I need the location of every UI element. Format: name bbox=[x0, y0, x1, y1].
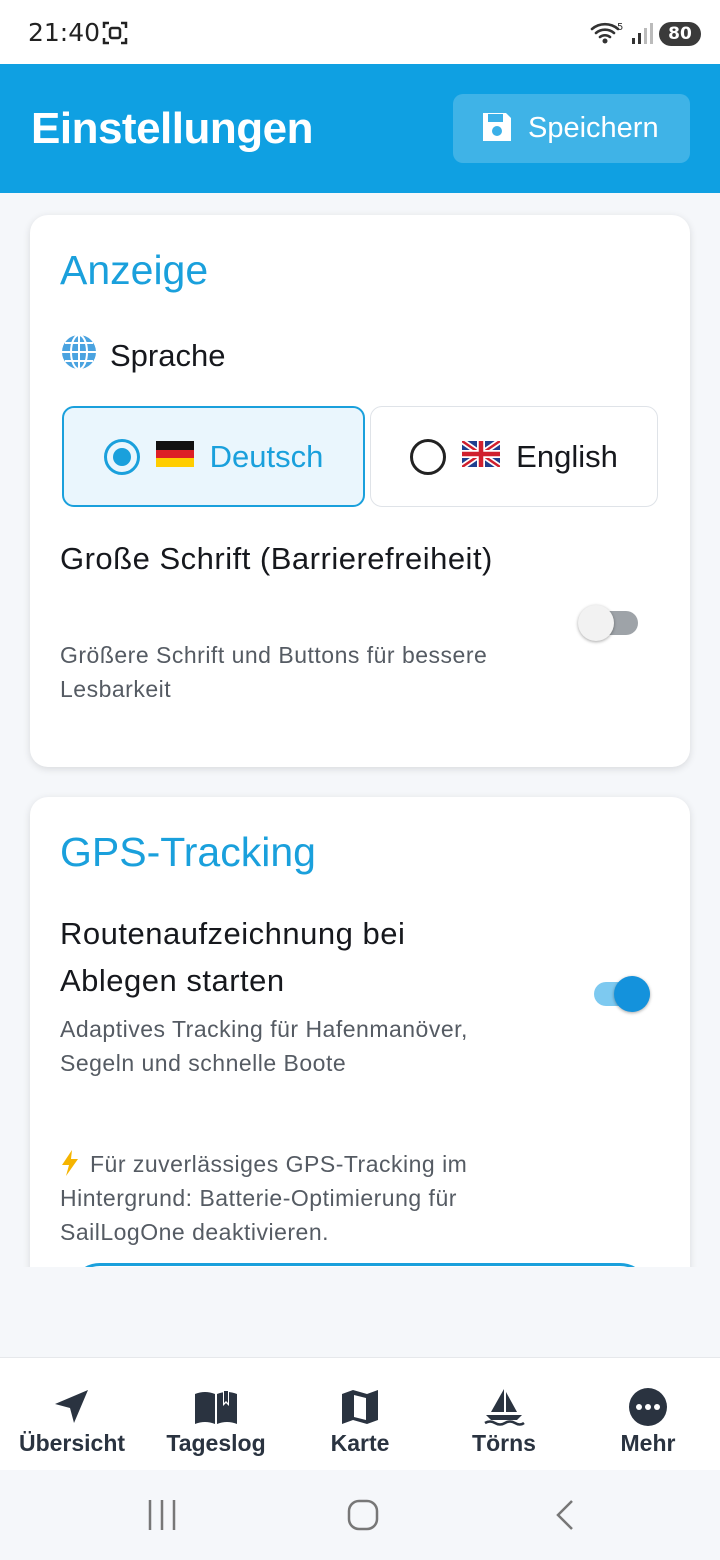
toggle-thumb bbox=[614, 976, 650, 1012]
home-icon[interactable] bbox=[346, 1498, 380, 1536]
route-recording-description: Adaptives Tracking für Hafenmanöver, Seg… bbox=[60, 1016, 468, 1076]
system-navigation-bar bbox=[0, 1470, 720, 1560]
radio-unselected-icon bbox=[410, 438, 447, 475]
page-title: Einstellungen bbox=[31, 104, 313, 153]
nav-item-toerns[interactable]: Törns bbox=[432, 1358, 576, 1471]
nav-label: Tageslog bbox=[166, 1430, 266, 1456]
back-icon[interactable] bbox=[552, 1498, 578, 1536]
battery-optimization-button[interactable] bbox=[70, 1263, 650, 1267]
toggle-thumb bbox=[578, 605, 614, 641]
save-button-label: Speichern bbox=[528, 112, 659, 144]
nav-label: Karte bbox=[330, 1430, 390, 1456]
route-recording-title: Routenaufzeichnung bei Ablegen starten bbox=[60, 916, 406, 998]
screenshot-icon bbox=[102, 20, 128, 50]
globe-icon bbox=[60, 333, 98, 379]
gps-section-title: GPS-Tracking bbox=[60, 829, 316, 875]
nav-item-tageslog[interactable]: Tageslog bbox=[144, 1358, 288, 1471]
app-header: Einstellungen Speichern bbox=[0, 64, 720, 193]
nav-label: Übersicht bbox=[18, 1430, 126, 1456]
hint-text: Für zuverlässiges GPS-Tracking im Hinter… bbox=[60, 1151, 468, 1245]
wifi-icon: 5 bbox=[590, 20, 626, 50]
status-bar: 21:40 5 80 bbox=[0, 0, 720, 64]
gps-settings-card: GPS-Tracking Routenaufzeichnung bei Able… bbox=[30, 797, 690, 1267]
nav-label: Mehr bbox=[620, 1430, 676, 1456]
large-font-toggle[interactable] bbox=[578, 605, 642, 641]
nav-label: Törns bbox=[472, 1430, 536, 1456]
lightning-icon bbox=[60, 1150, 90, 1177]
settings-content[interactable]: Anzeige Sprache Deutsch English Große Sc… bbox=[0, 193, 720, 1267]
large-font-title: Große Schrift (Barrierefreiheit) bbox=[60, 541, 493, 576]
more-dots-icon bbox=[629, 1388, 667, 1426]
language-option-english[interactable]: English bbox=[370, 406, 658, 507]
large-font-description: Größere Schrift und Buttons für bessere … bbox=[60, 642, 488, 702]
status-time: 21:40 bbox=[28, 18, 101, 47]
language-option-deutsch[interactable]: Deutsch bbox=[62, 406, 365, 507]
bottom-navigation: Übersicht Tageslog Karte Törns Mehr bbox=[0, 1357, 720, 1470]
language-option-label: Deutsch bbox=[209, 438, 324, 474]
battery-optimization-hint: Für zuverlässiges GPS-Tracking im Hinter… bbox=[60, 1147, 560, 1249]
navigation-arrow-icon bbox=[55, 1390, 88, 1423]
route-recording-toggle[interactable] bbox=[592, 976, 654, 1012]
radio-selected-icon bbox=[103, 438, 140, 475]
sailboat-icon bbox=[484, 1389, 525, 1426]
uk-flag-icon bbox=[460, 438, 502, 475]
recent-apps-icon[interactable] bbox=[146, 1498, 178, 1536]
language-label-text: Sprache bbox=[110, 338, 226, 373]
battery-indicator: 80 bbox=[659, 22, 701, 46]
open-book-icon bbox=[195, 1390, 237, 1424]
svg-text:5: 5 bbox=[617, 22, 623, 33]
nav-item-karte[interactable]: Karte bbox=[288, 1358, 432, 1471]
map-icon bbox=[342, 1390, 378, 1424]
display-section-title: Anzeige bbox=[60, 247, 209, 293]
german-flag-icon bbox=[155, 439, 194, 475]
nav-item-uebersicht[interactable]: Übersicht bbox=[0, 1358, 144, 1471]
display-settings-card: Anzeige Sprache Deutsch English Große Sc… bbox=[30, 215, 690, 767]
signal-icon bbox=[630, 22, 654, 50]
floppy-disk-icon bbox=[480, 110, 514, 148]
language-option-label: English bbox=[516, 438, 618, 474]
language-label: Sprache bbox=[60, 333, 225, 379]
save-button[interactable]: Speichern bbox=[453, 94, 690, 163]
nav-item-mehr[interactable]: Mehr bbox=[576, 1358, 720, 1471]
